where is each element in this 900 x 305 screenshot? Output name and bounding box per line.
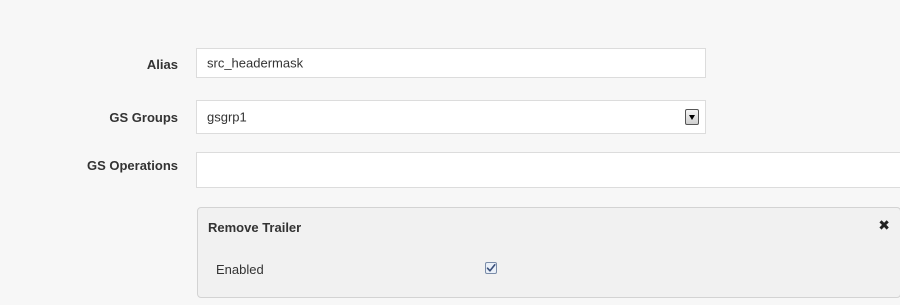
- operation-title: Remove Trailer: [208, 220, 302, 235]
- close-icon[interactable]: ✖: [878, 218, 890, 232]
- gs-groups-row: GS Groups gsgrp1: [0, 100, 900, 134]
- gs-groups-selected-value: gsgrp1: [207, 109, 247, 125]
- alias-label: Alias: [146, 57, 178, 72]
- gs-operations-row: GS Operations: [0, 152, 900, 188]
- operation-panel-remove-trailer: Remove Trailer ✖ Enabled: [197, 207, 900, 298]
- enabled-checkbox[interactable]: [485, 262, 497, 274]
- alias-input[interactable]: src_headermask: [196, 48, 706, 78]
- gs-operations-label: GS Operations: [86, 158, 178, 173]
- gs-groups-label: GS Groups: [109, 110, 178, 125]
- enabled-label: Enabled: [216, 262, 264, 277]
- chevron-down-icon: [689, 115, 695, 120]
- checkmark-icon: [486, 264, 496, 272]
- alias-row: Alias src_headermask: [0, 48, 900, 80]
- gs-operations-input[interactable]: [196, 152, 900, 188]
- gs-groups-select[interactable]: gsgrp1: [196, 100, 706, 134]
- dropdown-button[interactable]: [685, 109, 699, 125]
- alias-input-value: src_headermask: [207, 55, 304, 71]
